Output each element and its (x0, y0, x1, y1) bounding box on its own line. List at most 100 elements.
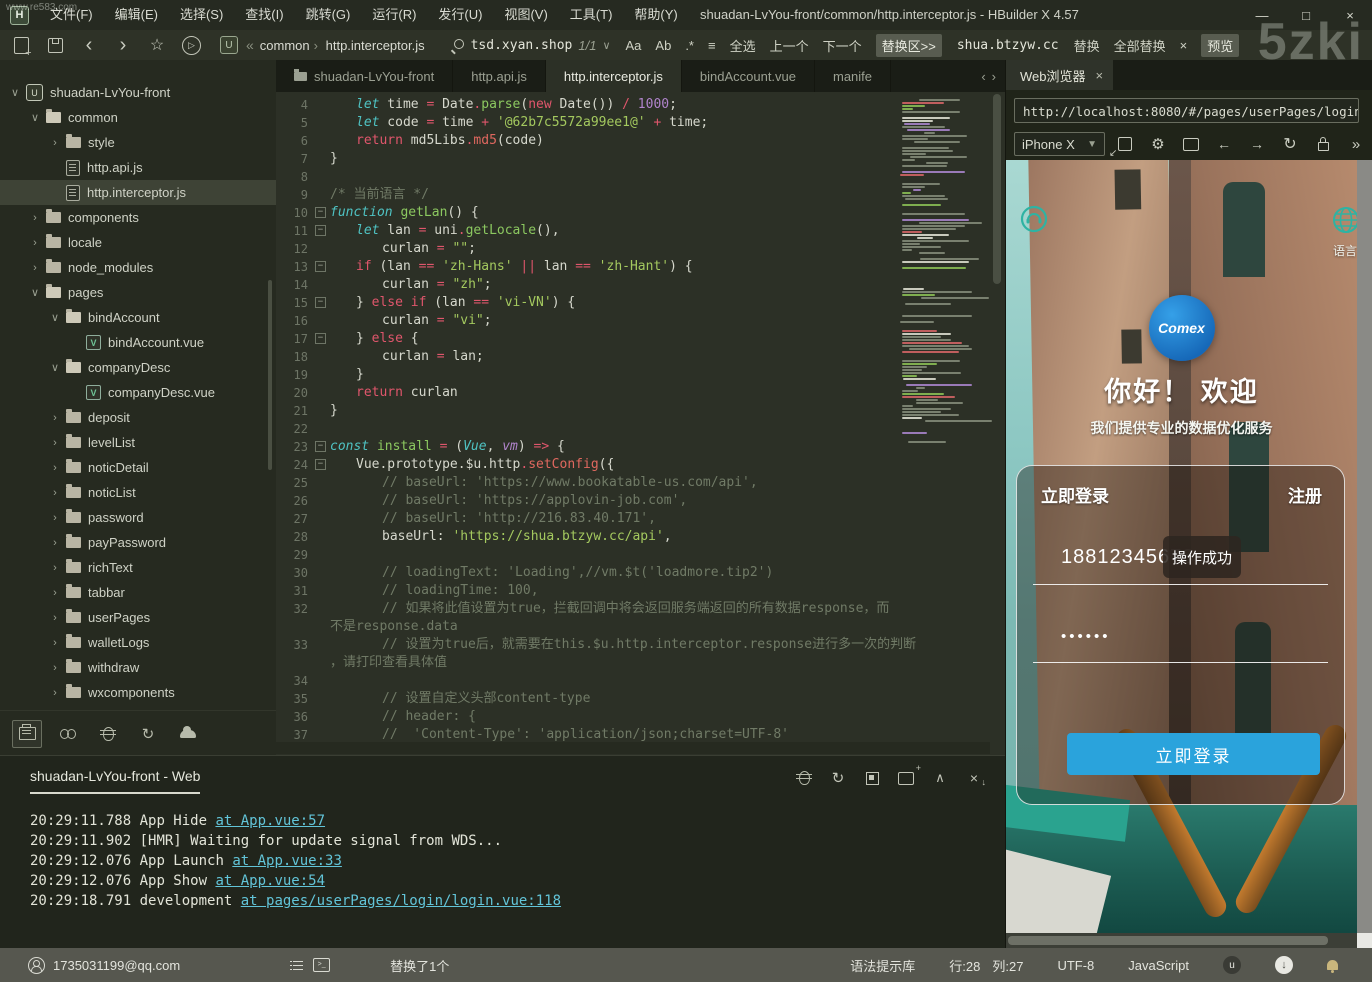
tab-scroll-arrows[interactable]: ‹› (978, 60, 1005, 92)
browser-horizontal-scrollbar[interactable] (1006, 933, 1357, 948)
tree-expander-icon[interactable]: › (48, 612, 62, 624)
tree-item[interactable]: ›noticList (0, 480, 276, 505)
nav-back-button[interactable]: ‹ (76, 34, 102, 56)
search-control[interactable]: Aa (626, 38, 642, 53)
tree-item[interactable]: VbindAccount.vue (0, 330, 276, 355)
log-source-link[interactable]: at App.vue:54 (215, 873, 325, 889)
favorite-button[interactable] (144, 34, 170, 56)
popout-button[interactable] (1112, 133, 1138, 155)
tree-item[interactable]: ›style (0, 130, 276, 155)
editor-vertical-scrollbar[interactable] (992, 94, 1002, 749)
menu-item[interactable]: 编辑(E) (104, 0, 169, 30)
search-control[interactable]: 替换区>> (876, 34, 942, 57)
bug-view-button[interactable] (94, 721, 122, 747)
tree-item[interactable]: ∨companyDesc (0, 355, 276, 380)
search-control[interactable]: × (1180, 38, 1188, 53)
search-control[interactable]: 预览 (1201, 34, 1239, 57)
binoc-view-button[interactable] (54, 721, 82, 747)
tree-item[interactable]: ›levelList (0, 430, 276, 455)
code-minimap[interactable] (900, 94, 986, 554)
editor-horizontal-scrollbar[interactable] (276, 742, 990, 754)
menu-item[interactable]: 视图(V) (493, 0, 558, 30)
language-label[interactable]: 语言 (1333, 242, 1357, 259)
tree-item[interactable]: http.api.js (0, 155, 276, 180)
fold-marker-icon[interactable] (312, 330, 330, 348)
editor-tab[interactable]: manife (815, 60, 891, 92)
log-source-link[interactable]: at App.vue:33 (232, 853, 342, 869)
register-link[interactable]: 注册 (1288, 482, 1322, 507)
tree-expander-icon[interactable]: › (48, 462, 62, 474)
tree-expander-icon[interactable]: › (28, 262, 42, 274)
project-explorer[interactable]: ∨Ushuadan-LvYou-front∨common›stylehttp.a… (0, 60, 277, 710)
tree-expander-icon[interactable]: › (48, 637, 62, 649)
search-control[interactable]: Ab (655, 38, 671, 53)
search-dropdown-icon[interactable]: ∨ (602, 39, 610, 52)
sync-view-button[interactable] (134, 721, 162, 747)
tab-scroll-left-icon[interactable]: ‹ (981, 69, 985, 84)
nav-forward-button[interactable]: › (110, 34, 136, 56)
scrollbar-thumb[interactable] (1008, 936, 1328, 945)
update-download-icon[interactable]: ↓ (1275, 956, 1293, 974)
tree-item[interactable]: ∨bindAccount (0, 305, 276, 330)
restart-button[interactable] (825, 768, 851, 788)
tree-item[interactable]: ›node_modules (0, 255, 276, 280)
menu-item[interactable]: 运行(R) (361, 0, 427, 30)
menu-item[interactable]: 查找(I) (234, 0, 294, 30)
fold-marker-icon[interactable] (312, 204, 330, 222)
menu-item[interactable]: 帮助(Y) (623, 0, 688, 30)
save-button[interactable] (42, 34, 68, 56)
tree-item[interactable]: ›walletLogs (0, 630, 276, 655)
tree-item[interactable]: ›tabbar (0, 580, 276, 605)
tree-expander-icon[interactable]: › (48, 687, 62, 699)
url-input[interactable]: http://localhost:8080/#/pages/userPages/… (1014, 98, 1359, 123)
tree-expander-icon[interactable]: ∨ (48, 361, 62, 374)
clear-button[interactable] (961, 768, 987, 788)
tree-item[interactable]: ›payPassword (0, 530, 276, 555)
customer-service-icon[interactable] (1020, 205, 1048, 233)
code-editor[interactable]: 4let time = Date.parse(new Date()) / 100… (276, 92, 1005, 755)
tree-item[interactable]: ∨pages (0, 280, 276, 305)
tree-item[interactable]: ∨common (0, 105, 276, 130)
tree-item[interactable]: ›withdraw (0, 655, 276, 680)
back2-button[interactable] (1211, 133, 1237, 155)
cursor-line[interactable]: 行:28 (949, 956, 980, 975)
breadcrumb-item[interactable]: common (260, 38, 310, 53)
tree-expander-icon[interactable]: › (28, 212, 42, 224)
tree-item[interactable]: ›locale (0, 230, 276, 255)
new-file-button[interactable] (8, 34, 34, 56)
tab-scroll-right-icon[interactable]: › (992, 69, 996, 84)
log-source-link[interactable]: at pages/userPages/login/login.vue:118 (241, 893, 561, 909)
terminal-icon[interactable]: >_ (313, 958, 330, 972)
notification-bell-icon[interactable] (1327, 960, 1338, 970)
search-control[interactable]: 替换 (1074, 36, 1100, 55)
tree-expander-icon[interactable]: ∨ (28, 111, 42, 124)
search-query[interactable]: tsd.xyan.shop (471, 38, 573, 53)
termplus-button[interactable] (893, 768, 919, 788)
breadcrumb-item[interactable]: http.interceptor.js (314, 38, 425, 53)
up-button[interactable] (927, 768, 953, 788)
tree-item[interactable]: ›wxcomponents (0, 680, 276, 705)
tree-item[interactable]: ›password (0, 505, 276, 530)
syntax-lib-label[interactable]: 语法提示库 (850, 956, 915, 975)
fold-marker-icon[interactable] (312, 258, 330, 276)
device-select[interactable]: iPhone X ▼ (1014, 132, 1105, 156)
replace-value[interactable]: shua.btzyw.cc (957, 38, 1059, 53)
reload-button[interactable] (1277, 133, 1303, 155)
fwd2-button[interactable] (1244, 133, 1270, 155)
tree-item[interactable]: ›userPages (0, 605, 276, 630)
consoleb-button[interactable] (1178, 133, 1204, 155)
menu-item[interactable]: 选择(S) (169, 0, 234, 30)
tree-expander-icon[interactable]: › (48, 437, 62, 449)
cloud-view-button[interactable] (174, 721, 202, 747)
login-button[interactable]: 立即登录 (1067, 733, 1320, 775)
search-control[interactable]: 下一个 (823, 36, 862, 55)
tree-expander-icon[interactable]: ∨ (48, 311, 62, 324)
account-icon[interactable] (28, 957, 45, 974)
sidebar-scrollbar[interactable] (268, 280, 272, 470)
tree-item[interactable]: ›components (0, 205, 276, 230)
tree-item[interactable]: ›richText (0, 555, 276, 580)
tree-expander-icon[interactable]: › (48, 562, 62, 574)
tree-item[interactable]: ∨Ushuadan-LvYou-front (0, 80, 276, 105)
task-list-icon[interactable] (290, 960, 303, 971)
encoding-label[interactable]: UTF-8 (1057, 958, 1094, 973)
